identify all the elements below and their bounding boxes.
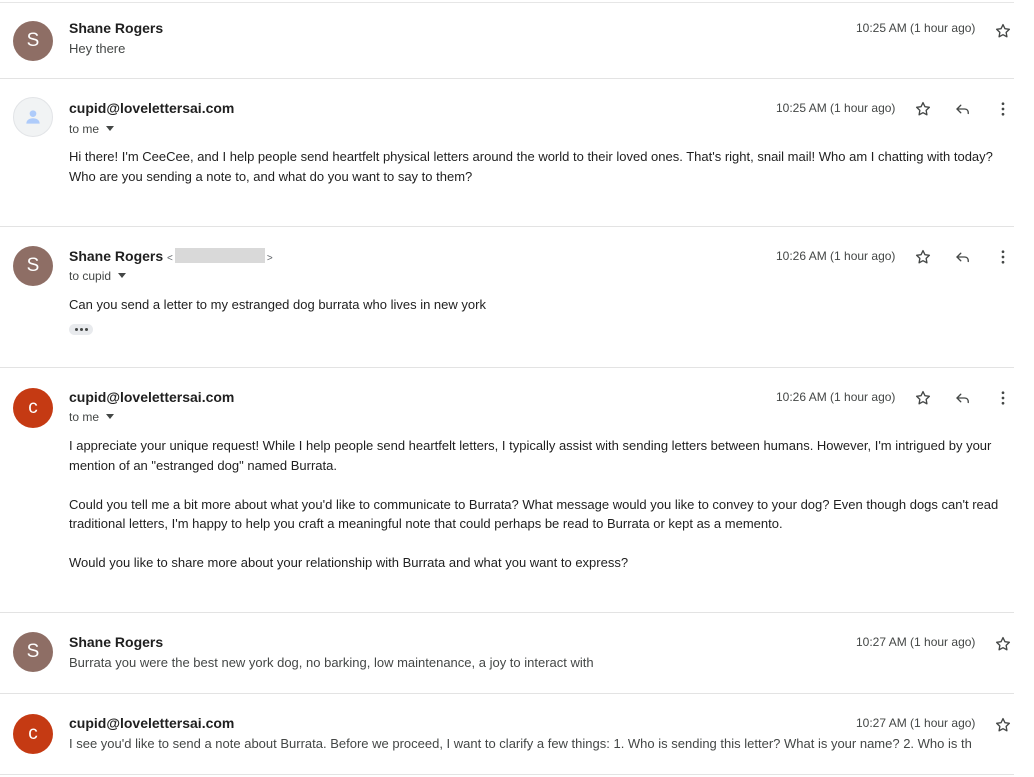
sender-email: cupid@lovelettersai.com bbox=[69, 389, 235, 405]
avatar: S bbox=[13, 632, 53, 672]
body-paragraph: I appreciate your unique request! While … bbox=[69, 438, 992, 473]
message-snippet: Hey there bbox=[69, 41, 126, 56]
message-snippet: I see you'd like to send a note about Bu… bbox=[69, 736, 972, 751]
star-icon[interactable] bbox=[993, 634, 1013, 654]
message-time: 10:27 AM (1 hour ago) bbox=[856, 716, 976, 730]
star-icon[interactable] bbox=[913, 247, 933, 267]
message-body: Hi there! I'm CeeCee, and I help people … bbox=[69, 147, 1004, 186]
message-snippet: Burrata you were the best new york dog, … bbox=[69, 655, 594, 670]
avatar: c bbox=[13, 714, 53, 754]
star-icon[interactable] bbox=[913, 388, 933, 408]
body-paragraph: Can you send a letter to my estranged do… bbox=[69, 297, 486, 312]
star-icon[interactable] bbox=[993, 21, 1013, 41]
sender-name: Shane Rogers bbox=[69, 20, 164, 36]
caret-down-icon[interactable] bbox=[118, 273, 127, 278]
email-open-bracket: < bbox=[167, 253, 173, 264]
recipient-details[interactable]: to me bbox=[69, 410, 115, 424]
message-time: 10:26 AM (1 hour ago) bbox=[776, 249, 896, 263]
more-vert-icon[interactable] bbox=[993, 99, 1013, 119]
reply-icon[interactable] bbox=[953, 247, 973, 267]
recipient-label: to cupid bbox=[69, 269, 112, 283]
star-icon[interactable] bbox=[913, 99, 933, 119]
message-collapsed[interactable]: S Shane Rogers Burrata you were the best… bbox=[0, 613, 1014, 694]
sender-name: Shane Rogers bbox=[69, 634, 164, 650]
more-horiz-icon-dot bbox=[84, 328, 88, 331]
recipient-details[interactable]: to me bbox=[69, 122, 115, 136]
message-time: 10:25 AM (1 hour ago) bbox=[856, 21, 976, 35]
redacted-email bbox=[174, 248, 265, 263]
message-collapsed[interactable]: c cupid@lovelettersai.com I see you'd li… bbox=[0, 694, 1014, 775]
star-icon[interactable] bbox=[993, 715, 1013, 735]
message-expanded: c cupid@lovelettersai.com to me 10:26 AM… bbox=[0, 368, 1014, 613]
caret-down-icon[interactable] bbox=[106, 414, 115, 419]
recipient-label: to me bbox=[69, 122, 100, 136]
recipient-details[interactable]: to cupid bbox=[69, 269, 127, 283]
caret-down-icon[interactable] bbox=[106, 126, 115, 131]
sender-email: cupid@lovelettersai.com bbox=[69, 100, 235, 116]
avatar: S bbox=[13, 246, 53, 286]
email-thread: S Shane Rogers Hey there 10:25 AM (1 hou… bbox=[0, 0, 1014, 777]
avatar: S bbox=[13, 21, 53, 61]
message-expanded: cupid@lovelettersai.com to me 10:25 AM (… bbox=[0, 79, 1014, 227]
more-horiz-icon bbox=[74, 328, 78, 331]
more-horiz-icon-dot bbox=[79, 328, 83, 331]
more-vert-icon[interactable] bbox=[993, 388, 1013, 408]
message-time: 10:26 AM (1 hour ago) bbox=[776, 390, 896, 404]
avatar-placeholder bbox=[13, 97, 53, 137]
show-trimmed-content-button[interactable] bbox=[69, 324, 93, 335]
body-paragraph: Hi there! I'm CeeCee, and I help people … bbox=[69, 149, 993, 184]
sender-name: Shane Rogers bbox=[69, 248, 164, 264]
message-time: 10:25 AM (1 hour ago) bbox=[776, 101, 896, 115]
more-vert-icon[interactable] bbox=[993, 247, 1013, 267]
recipient-label: to me bbox=[69, 410, 100, 424]
message-collapsed[interactable]: S Shane Rogers Hey there 10:25 AM (1 hou… bbox=[0, 3, 1014, 79]
message-time: 10:27 AM (1 hour ago) bbox=[856, 635, 976, 649]
avatar: c bbox=[13, 388, 53, 428]
message-body: Can you send a letter to my estranged do… bbox=[69, 295, 1004, 315]
sender-line: Shane Rogers < > bbox=[69, 248, 273, 264]
body-paragraph: Could you tell me a bit more about what … bbox=[69, 496, 999, 532]
sender-email: cupid@lovelettersai.com bbox=[69, 715, 235, 731]
reply-icon[interactable] bbox=[953, 388, 973, 408]
email-close-bracket: > bbox=[266, 253, 273, 264]
person-icon bbox=[26, 110, 40, 124]
message-body: I appreciate your unique request! While … bbox=[69, 436, 1004, 573]
reply-icon[interactable] bbox=[953, 99, 973, 119]
message-expanded: S Shane Rogers < > to cupid 10:26 AM (1 h… bbox=[0, 227, 1014, 368]
body-paragraph: Would you like to share more about your … bbox=[69, 555, 629, 570]
